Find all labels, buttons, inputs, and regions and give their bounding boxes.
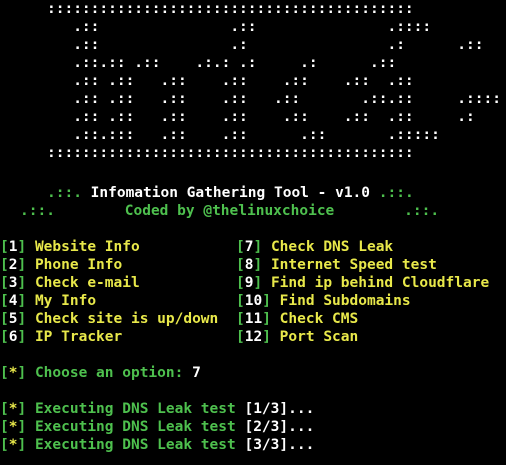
status-line: [*] Executing DNS Leak test [3/3]...	[0, 437, 315, 453]
status-line: [*] Executing DNS Leak test [1/3]...	[0, 401, 315, 417]
banner-line: .:: .:: .::::	[47, 19, 432, 35]
option-input-value[interactable]: 7	[192, 365, 201, 381]
banner-line: .:: .:: .:: .:: .:: .:: .:: .:	[47, 109, 475, 125]
tool-credit: .::. Coded by @thelinuxchoice .::.	[20, 203, 440, 219]
banner-line: .::.::: .:: .:: .:: .:::::	[47, 127, 440, 143]
menu-item-speed-test[interactable]: [8] Internet Speed test	[236, 256, 437, 274]
menu-item-dns-leak[interactable]: [7] Check DNS Leak	[236, 238, 393, 256]
option-prompt[interactable]: [*] Choose an option: 7	[0, 364, 201, 382]
menu-item-my-info[interactable]: [4] My Info	[0, 292, 96, 310]
banner-line: .:: .:: .:: .:: .:: .::.:: .::::	[47, 91, 501, 107]
menu-item-port-scan[interactable]: [12] Port Scan	[236, 328, 358, 346]
menu-item-phone-info[interactable]: [2] Phone Info	[0, 256, 122, 274]
status-line: [*] Executing DNS Leak test [2/3]...	[0, 419, 315, 435]
ascii-banner: ::::::::::::::::::::::::::::::::::::::::…	[47, 0, 501, 162]
banner-line: ::::::::::::::::::::::::::::::::::::::::…	[47, 145, 414, 161]
tool-title: .::. Infomation Gathering Tool - v1.0 .:…	[47, 185, 414, 201]
menu-item-ip-tracker[interactable]: [6] IP Tracker	[0, 328, 122, 346]
banner-line: .::.:: .:: .:.: .: .: .::	[47, 55, 397, 71]
banner-line: ::::::::::::::::::::::::::::::::::::::::…	[47, 1, 414, 17]
menu-item-website-info[interactable]: [1] Website Info	[0, 238, 140, 256]
menu-item-check-cms[interactable]: [11] Check CMS	[236, 310, 358, 328]
banner-line: .:: .: .: .::	[47, 37, 484, 53]
menu-item-cloudflare[interactable]: [9] Find ip behind Cloudflare	[236, 274, 489, 292]
menu-item-check-email[interactable]: [3] Check e-mail	[0, 274, 140, 292]
banner-line: .:: .:: .:: .:: .:: .:: .::	[47, 73, 414, 89]
menu-item-subdomains[interactable]: [10] Find Subdomains	[236, 292, 411, 310]
menu-item-check-site[interactable]: [5] Check site is up/down	[0, 310, 218, 328]
